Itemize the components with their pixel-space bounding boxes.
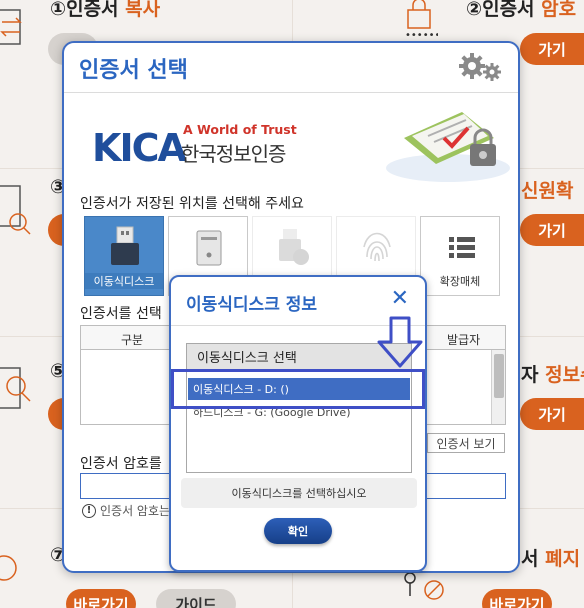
cell-title-accent: 복사 <box>125 0 161 20</box>
highlight-box <box>171 369 425 409</box>
list-icon <box>449 237 475 258</box>
brand-banner: KICA A World of Trust 한국정보인증 <box>64 94 518 186</box>
kica-org-name: 한국정보인증 <box>181 142 286 166</box>
bg-shortcut-button: 가기 <box>520 398 584 430</box>
button-label: 가기 <box>538 40 566 59</box>
view-certificate-button[interactable]: 인증서 보기 <box>427 433 505 453</box>
bg-cell-title-4: 신원확 <box>521 176 573 203</box>
location-removable-disk[interactable]: 이동식디스크 <box>84 216 164 296</box>
cell-title-accent: 정보수 <box>545 364 584 386</box>
revoke-icon <box>404 572 444 600</box>
password-note: ! 인증서 암호는 <box>82 502 170 519</box>
shortcut-button[interactable]: 바로가기 <box>66 589 136 608</box>
bg-cell-title-6: 자 정보수 <box>521 360 584 387</box>
button-label: 가이드 <box>175 595 217 608</box>
guide-button[interactable]: 가이드 <box>156 589 236 608</box>
dialog-title: 인증서 선택 <box>79 58 188 83</box>
password-label: 인증서 암호를 <box>80 456 162 472</box>
cell-title-accent: 폐지 <box>545 548 581 570</box>
lock-icon: •••••• <box>405 0 438 40</box>
certificate-illustration-icon <box>386 112 510 182</box>
ok-button[interactable]: 확인 <box>264 518 332 544</box>
button-label: 바로가기 <box>489 595 545 608</box>
security-token-icon <box>279 229 309 265</box>
table-scrollbar[interactable] <box>491 350 505 424</box>
svg-text:••••••: •••••• <box>405 30 438 40</box>
bg-cell-title-8: 서 폐지 <box>521 544 580 571</box>
location-label: 확장매체 <box>439 275 481 288</box>
info-icon: ! <box>82 503 96 518</box>
scroll-thumb[interactable] <box>494 354 504 398</box>
person-icon <box>0 555 17 581</box>
cell-number: ② <box>466 0 483 20</box>
cert-list-label: 인증서를 선택 <box>80 306 162 322</box>
select-hint: 이동식디스크를 선택하십시오 <box>181 478 417 508</box>
bg-shortcut-button: 가기 <box>520 214 584 246</box>
dialog-header: 인증서 선택 <box>64 43 518 93</box>
settings-gear-icon[interactable] <box>458 52 504 82</box>
sub-dialog-title: 이동식디스크 정보 <box>186 295 318 315</box>
fingerprint-icon <box>363 232 391 262</box>
button-label: 바로가기 <box>73 595 129 608</box>
document-search-icon <box>0 367 31 409</box>
close-icon[interactable]: ✕ <box>391 286 409 311</box>
id-search-icon <box>0 185 31 235</box>
button-label: 가기 <box>538 405 566 424</box>
location-label: 이동식디스크 <box>85 273 163 289</box>
cell-title-accent: 신원확 <box>521 180 574 202</box>
cell-title: 서 <box>521 548 546 570</box>
location-extended-media[interactable]: 확장매체 <box>420 216 500 296</box>
button-label: 가기 <box>538 221 566 240</box>
cell-title: 자 <box>521 364 546 386</box>
kica-slogan: A World of Trust <box>183 122 297 137</box>
cell-title-accent: 암호 <box>541 0 577 20</box>
cell-number: ① <box>50 0 67 20</box>
down-arrow-icon <box>377 316 423 368</box>
column-header-type: 구분 <box>121 333 144 347</box>
location-prompt: 인증서가 저장된 위치를 선택해 주세요 <box>80 196 304 212</box>
shortcut-button[interactable]: 바로가기 <box>482 589 552 608</box>
cell-title: 인증서 <box>482 0 542 20</box>
kica-logo-text: KICA <box>92 126 187 170</box>
bg-shortcut-button: 가기 <box>520 33 584 65</box>
transfer-icon <box>0 9 22 45</box>
bg-cell-title-2: ②인증서 암호 <box>466 0 576 21</box>
column-header-issuer: 발급자 <box>447 333 481 347</box>
cell-title: 인증서 <box>66 0 126 20</box>
password-note-text: 인증서 암호는 <box>100 504 171 518</box>
usb-drive-icon <box>111 226 139 265</box>
hard-disk-icon <box>196 230 222 266</box>
kica-logo: KICA <box>92 129 187 167</box>
bg-cell-title-1: ①인증서 복사 <box>50 0 160 21</box>
